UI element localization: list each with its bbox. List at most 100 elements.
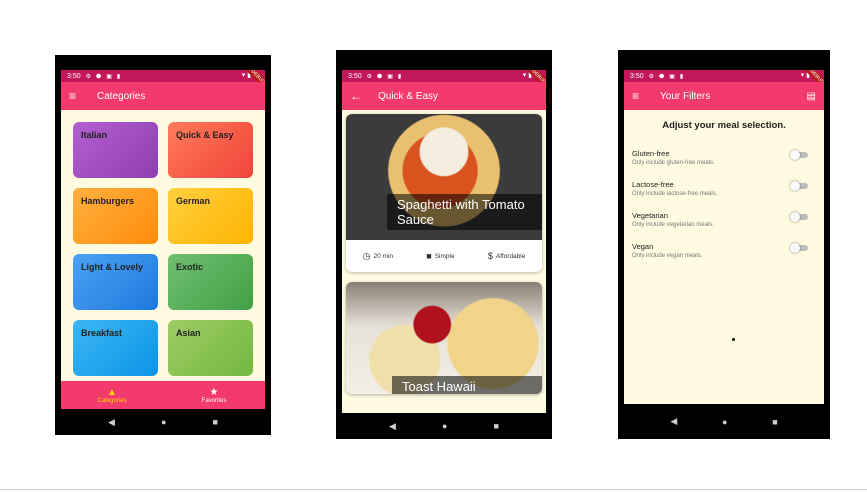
- app-bar: ← Quick & Easy: [342, 82, 546, 110]
- category-label: Exotic: [176, 262, 204, 272]
- app-bar-title: Quick & Easy: [378, 90, 439, 102]
- category-tile-exotic[interactable]: Exotic: [168, 254, 253, 310]
- dollar-icon: $: [487, 251, 493, 261]
- home-icon[interactable]: ●: [442, 421, 447, 431]
- status-bar: 3:50 ⚙ ⬟ ▣ ▮ ▾ ▮ DEBUG: [342, 70, 546, 92]
- filter-vegetarian[interactable]: Vegetarian Only include vegetarian meals…: [624, 211, 824, 228]
- clock-icon: ◷: [362, 250, 371, 261]
- back-icon[interactable]: ◀: [670, 416, 677, 427]
- category-tile-italian[interactable]: Italian: [73, 122, 158, 178]
- phone-filters: 3:50 ⚙ ⬟ ▣ ▮ ▾ ▮ DEBUG ≡ Your Filters ▤ …: [618, 50, 830, 439]
- category-tile-breakfast[interactable]: Breakfast: [73, 320, 158, 376]
- meal-meta: ◷ 20 min ■ Simple $ Affordable: [346, 240, 542, 272]
- category-label: Italian: [81, 130, 108, 140]
- back-icon[interactable]: ◀: [108, 417, 115, 428]
- category-tile-light-lovely[interactable]: Light & Lovely: [73, 254, 158, 310]
- meal-image: Toast Hawaii: [346, 282, 542, 394]
- gluten-free-switch[interactable]: [790, 150, 808, 160]
- vegetarian-switch[interactable]: [790, 212, 808, 222]
- filter-vegan[interactable]: Vegan Only include vegan meals.: [624, 242, 824, 259]
- filter-lactose-free[interactable]: Lactose-free Only include lactose-free m…: [624, 180, 824, 197]
- vegan-switch[interactable]: [790, 243, 808, 253]
- bottom-nav-categories[interactable]: ▲ Categories: [61, 381, 163, 409]
- complexity-text: Simple: [434, 252, 455, 260]
- category-tile-asian[interactable]: Asian: [168, 320, 253, 376]
- battery-small-icon: ▮: [397, 73, 402, 80]
- category-tile-quick-easy[interactable]: Quick & Easy: [168, 122, 253, 178]
- briefcase-icon: ■: [426, 251, 432, 261]
- affordability: $ Affordable: [488, 251, 526, 261]
- switch-knob: [790, 243, 800, 253]
- system-nav-bar: ◀ ● ■: [55, 409, 271, 435]
- page-divider: [0, 489, 867, 490]
- recents-icon[interactable]: ■: [772, 417, 777, 427]
- meal-card[interactable]: Toast Hawaii: [346, 282, 542, 394]
- screen: 3:50 ⚙ ⬟ ▣ ▮ ▾ ▮ DEBUG ← Quick & Easy Sp…: [342, 70, 546, 413]
- category-tile-german[interactable]: German: [168, 188, 253, 244]
- duration: ◷ 20 min: [363, 251, 393, 262]
- category-label: Asian: [176, 328, 201, 338]
- meal-list[interactable]: Spaghetti with Tomato Sauce ◷ 20 min ■ Sim…: [342, 110, 546, 413]
- system-nav-bar: ◀ ● ■: [618, 404, 830, 439]
- meal-title: Toast Hawaii: [392, 376, 542, 394]
- categories-content: Italian Quick & Easy Hamburgers German L…: [61, 110, 265, 381]
- category-icon: ▲: [107, 386, 117, 398]
- category-label: Quick & Easy: [176, 130, 234, 140]
- sim-icon: ▣: [106, 73, 112, 80]
- bottom-nav-favorites[interactable]: ★ Favorites: [163, 381, 265, 409]
- app-bar: ≡ Categories: [61, 82, 265, 110]
- switch-knob: [790, 212, 800, 222]
- phone-categories: 3:50 ⚙ ⬟ ▣ ▮ ▾ ▮ DEBUG ≡ Categories Ital…: [55, 55, 271, 435]
- filter-title: Lactose-free: [632, 180, 674, 189]
- menu-icon[interactable]: ≡: [632, 89, 654, 103]
- meal-image: Spaghetti with Tomato Sauce: [346, 114, 542, 240]
- category-label: Breakfast: [81, 328, 123, 338]
- filter-subtitle: Only include vegan meals.: [632, 253, 703, 259]
- recents-icon[interactable]: ■: [494, 421, 499, 431]
- filter-title: Gluten-free: [632, 149, 670, 158]
- filters-heading: Adjust your meal selection.: [662, 120, 786, 131]
- bottom-navigation: ▲ Categories ★ Favorites: [61, 381, 265, 409]
- screen: 3:50 ⚙ ⬟ ▣ ▮ ▾ ▮ DEBUG ≡ Categories Ital…: [61, 70, 265, 409]
- home-icon[interactable]: ●: [722, 417, 727, 427]
- filter-gluten-free[interactable]: Gluten-free Only include gluten-free mea…: [624, 149, 824, 166]
- status-bar: 3:50 ⚙ ⬟ ▣ ▮ ▾ ▮ DEBUG: [61, 70, 265, 92]
- filter-title: Vegetarian: [632, 211, 668, 220]
- category-label: Light & Lovely: [81, 262, 144, 272]
- star-icon: ★: [209, 386, 219, 398]
- bottom-nav-label: Favorites: [201, 397, 227, 404]
- category-label: German: [176, 196, 211, 206]
- shield-icon: ⬟: [659, 73, 665, 80]
- shield-icon: ⬟: [377, 73, 383, 80]
- arrow-back-icon[interactable]: ←: [350, 89, 372, 103]
- affordability-text: Affordable: [495, 252, 526, 260]
- screen: 3:50 ⚙ ⬟ ▣ ▮ ▾ ▮ DEBUG ≡ Your Filters ▤ …: [624, 70, 824, 404]
- battery-small-icon: ▮: [679, 73, 684, 80]
- back-icon[interactable]: ◀: [389, 421, 396, 432]
- category-label: Hamburgers: [81, 196, 135, 206]
- system-nav-bar: ◀ ● ■: [336, 413, 552, 439]
- status-time: 3:50: [67, 72, 81, 80]
- menu-icon[interactable]: ≡: [69, 89, 91, 103]
- save-icon[interactable]: ▤: [807, 91, 816, 102]
- home-icon[interactable]: ●: [161, 417, 166, 427]
- sim-icon: ▣: [669, 73, 675, 80]
- app-bar-title: Your Filters: [660, 90, 711, 102]
- sim-icon: ▣: [387, 73, 393, 80]
- settings-icon: ⚙: [648, 73, 655, 80]
- filter-subtitle: Only include vegetarian meals.: [632, 222, 715, 228]
- meal-title: Spaghetti with Tomato Sauce: [387, 194, 542, 230]
- lactose-free-switch[interactable]: [790, 181, 808, 191]
- cursor-dot: [732, 338, 735, 341]
- filter-title: Vegan: [632, 242, 654, 251]
- category-grid: Italian Quick & Easy Hamburgers German L…: [73, 122, 253, 376]
- app-bar-title: Categories: [97, 90, 146, 102]
- switch-knob: [790, 150, 800, 160]
- app-bar: ≡ Your Filters ▤: [624, 82, 824, 110]
- filter-subtitle: Only include lactose-free meals.: [632, 191, 718, 197]
- status-time: 3:50: [630, 72, 644, 80]
- shield-icon: ⬟: [96, 73, 102, 80]
- category-tile-hamburgers[interactable]: Hamburgers: [73, 188, 158, 244]
- meal-card[interactable]: Spaghetti with Tomato Sauce ◷ 20 min ■ Sim…: [346, 114, 542, 272]
- recents-icon[interactable]: ■: [213, 417, 218, 427]
